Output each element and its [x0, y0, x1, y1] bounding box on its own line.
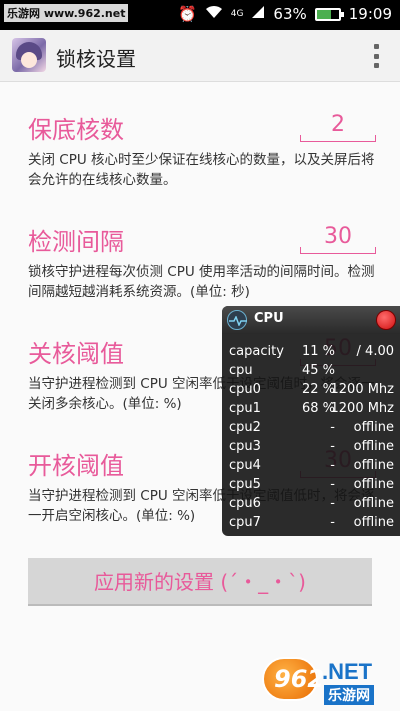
setting-title: 关核阈值: [28, 340, 124, 368]
cpu-stat-pct: -: [330, 420, 335, 435]
cpu-stat-pct: 68 %: [301, 401, 335, 416]
overflow-menu-icon[interactable]: [374, 44, 380, 68]
watermark-logo: 962: [262, 657, 324, 701]
status-bar: 乐游网 www.962.net ⏰ 4G 63% 19:09: [0, 0, 400, 30]
cpu-stat-val: 1200 Mhz: [330, 382, 395, 397]
cpu-stat-row: cpu 45 %: [229, 363, 394, 382]
cpu-stat-pct: -: [330, 515, 335, 530]
app-avatar-icon[interactable]: [12, 38, 46, 72]
cpu-monitor-overlay[interactable]: CPU capacity 11 %/ 4.00 cpu 45 % cpu0 22 % 120…: [222, 306, 400, 536]
app-bar: 锁核设置: [0, 30, 400, 82]
cpu-stat-name: cpu: [229, 363, 253, 378]
clock: 19:09: [348, 5, 392, 23]
cpu-stat-row: cpu7 - offline: [229, 515, 394, 534]
cpu-stat-row: cpu1 68 % 1200 Mhz: [229, 401, 394, 420]
setting-title: 检测间隔: [28, 228, 124, 256]
cpu-stat-pct: 45 %: [301, 363, 335, 378]
cpu-stat-pct: -: [330, 458, 335, 473]
alarm-icon: ⏰: [178, 5, 197, 23]
cpu-stat-val: 1200 Mhz: [330, 401, 395, 416]
battery-percent: 63%: [273, 5, 307, 23]
cpu-stat-val: offline: [353, 496, 394, 511]
apply-settings-button[interactable]: 应用新的设置 (´・_・`): [28, 558, 372, 606]
page-title: 锁核设置: [56, 47, 136, 71]
cpu-stat-name: cpu4: [229, 458, 261, 473]
cpu-stat-row: cpu0 22 % 1200 Mhz: [229, 382, 394, 401]
close-icon[interactable]: [376, 310, 396, 330]
cpu-stat-val: offline: [353, 458, 394, 473]
cpu-stat-row: cpu2 - offline: [229, 420, 394, 439]
cpu-stat-row: capacity 11 % / 4.00: [229, 344, 394, 363]
site-label: 乐游网 www.962.net: [4, 4, 129, 22]
site-watermark: 962 .NET 乐游网: [262, 657, 392, 705]
watermark-cn: 乐游网: [324, 685, 374, 705]
cpu-stat-name: cpu6: [229, 496, 261, 511]
pulse-icon: [227, 310, 247, 330]
cpu-stat-name: capacity: [229, 344, 284, 359]
cpu-stat-pct: 11 %: [301, 344, 335, 359]
min-cores-input[interactable]: 2: [300, 112, 376, 142]
cpu-stat-name: cpu3: [229, 439, 261, 454]
cpu-stats-list: capacity 11 %/ 4.00 cpu 45 % cpu0 22 % 1200 Mh…: [222, 334, 400, 534]
cpu-overlay-title: CPU: [254, 311, 284, 326]
cpu-overlay-header[interactable]: CPU: [222, 306, 400, 334]
cpu-stat-name: cpu0: [229, 382, 261, 397]
setting-title: 开核阈值: [28, 452, 124, 480]
cpu-stat-row: cpu3 - offline: [229, 439, 394, 458]
signal-icon: [251, 5, 265, 23]
setting-title: 保底核数: [28, 116, 124, 144]
wifi-icon: [205, 5, 223, 23]
cpu-stat-pct: -: [330, 439, 335, 454]
cpu-stat-row: cpu4 - offline: [229, 458, 394, 477]
cpu-stat-val: offline: [353, 477, 394, 492]
cpu-stat-row: cpu5 - offline: [229, 477, 394, 496]
cpu-stat-val: offline: [353, 515, 394, 530]
interval-input[interactable]: 30: [300, 224, 376, 254]
cpu-stat-name: cpu2: [229, 420, 261, 435]
cpu-stat-val: offline: [353, 439, 394, 454]
watermark-net: .NET: [322, 659, 373, 684]
network-type: 4G: [230, 9, 244, 19]
cpu-stat-pct: -: [330, 477, 335, 492]
cpu-stat-name: cpu5: [229, 477, 261, 492]
cpu-stat-pct: -: [330, 496, 335, 511]
battery-icon: [314, 7, 344, 21]
cpu-stat-name: cpu7: [229, 515, 261, 530]
cpu-stat-pct: 22 %: [301, 382, 335, 397]
setting-description: 锁核守护进程每次侦测 CPU 使用率活动的间隔时间。检测间隔越短越消耗系统资源。…: [28, 264, 375, 300]
cpu-stat-val: / 4.00: [356, 344, 394, 359]
status-icons: ⏰ 4G 63% 19:09: [178, 5, 392, 23]
cpu-stat-row: cpu6 - offline: [229, 496, 394, 515]
setting-description: 关闭 CPU 核心时至少保证在线核心的数量，以及关屏后将会允许的在线核心数量。: [28, 152, 375, 188]
cpu-stat-name: cpu1: [229, 401, 261, 416]
cpu-stat-val: offline: [353, 420, 394, 435]
